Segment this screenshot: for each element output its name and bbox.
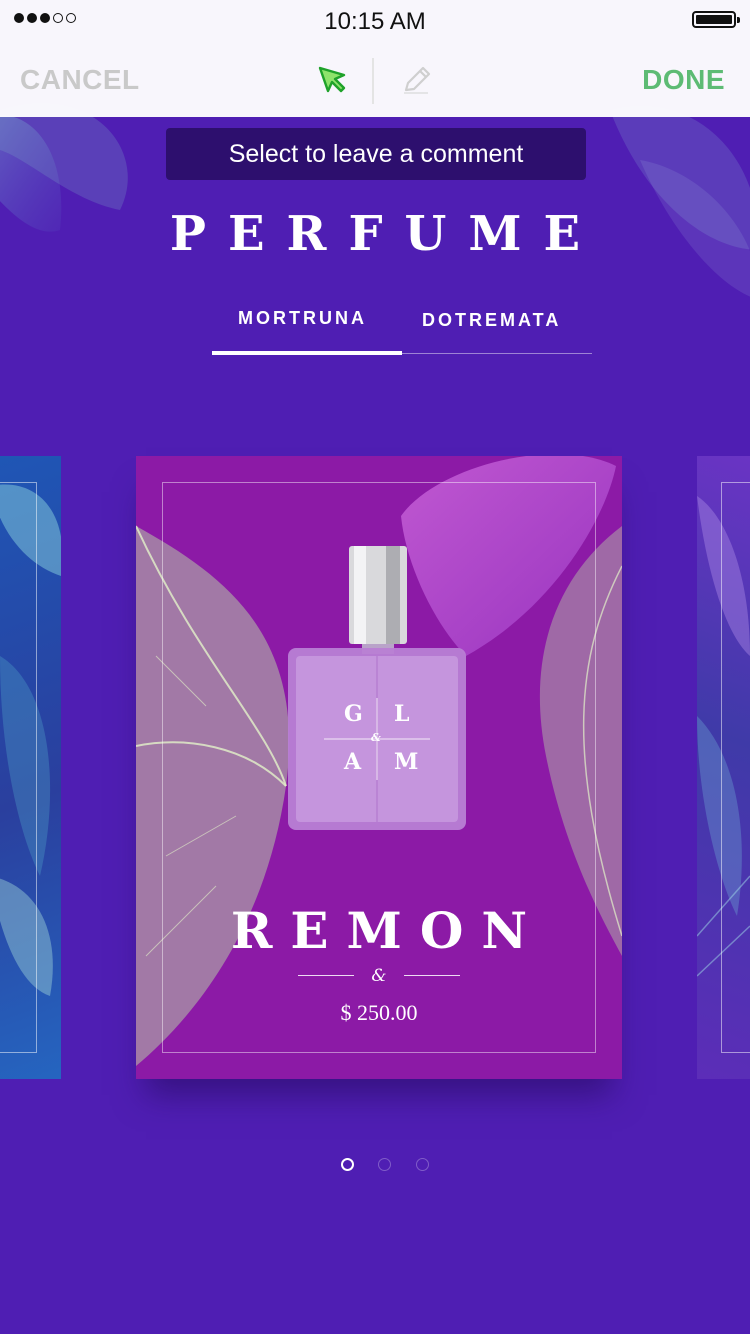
comment-tooltip: Select to leave a comment bbox=[166, 128, 586, 180]
ornament-divider: & bbox=[298, 966, 460, 986]
product-card[interactable]: G L & A M REMON & $ 250.00 bbox=[136, 456, 622, 1079]
page-dot[interactable] bbox=[341, 1158, 354, 1171]
tab-dotremata[interactable]: DOTREMATA bbox=[422, 310, 561, 331]
product-name: REMON bbox=[230, 901, 546, 960]
category-tabs: MORTRUNA DOTREMATA bbox=[212, 300, 592, 356]
status-bar: 10:15 AM bbox=[0, 0, 750, 40]
tab-mortruna[interactable]: MORTRUNA bbox=[238, 308, 367, 329]
done-button[interactable]: DONE bbox=[642, 64, 725, 96]
toolbar-divider bbox=[372, 58, 374, 104]
ornament-amp: & bbox=[371, 966, 387, 986]
card-frame bbox=[721, 482, 750, 1053]
select-arrow-icon[interactable] bbox=[314, 62, 350, 98]
battery-icon bbox=[692, 11, 740, 28]
page-dot[interactable] bbox=[378, 1158, 391, 1171]
cancel-button[interactable]: CANCEL bbox=[20, 64, 140, 96]
next-product-card[interactable] bbox=[697, 456, 750, 1079]
annotation-toolbar: CANCEL DONE bbox=[0, 40, 750, 117]
card-frame bbox=[0, 482, 37, 1053]
pencil-icon[interactable] bbox=[398, 62, 434, 98]
active-tab-indicator bbox=[212, 351, 402, 355]
status-time: 10:15 AM bbox=[324, 8, 426, 35]
page-dot[interactable] bbox=[416, 1158, 429, 1171]
product-price: $ 250.00 bbox=[340, 1000, 418, 1025]
page-title: PERFUME bbox=[169, 206, 603, 262]
previous-product-card[interactable] bbox=[0, 456, 61, 1079]
